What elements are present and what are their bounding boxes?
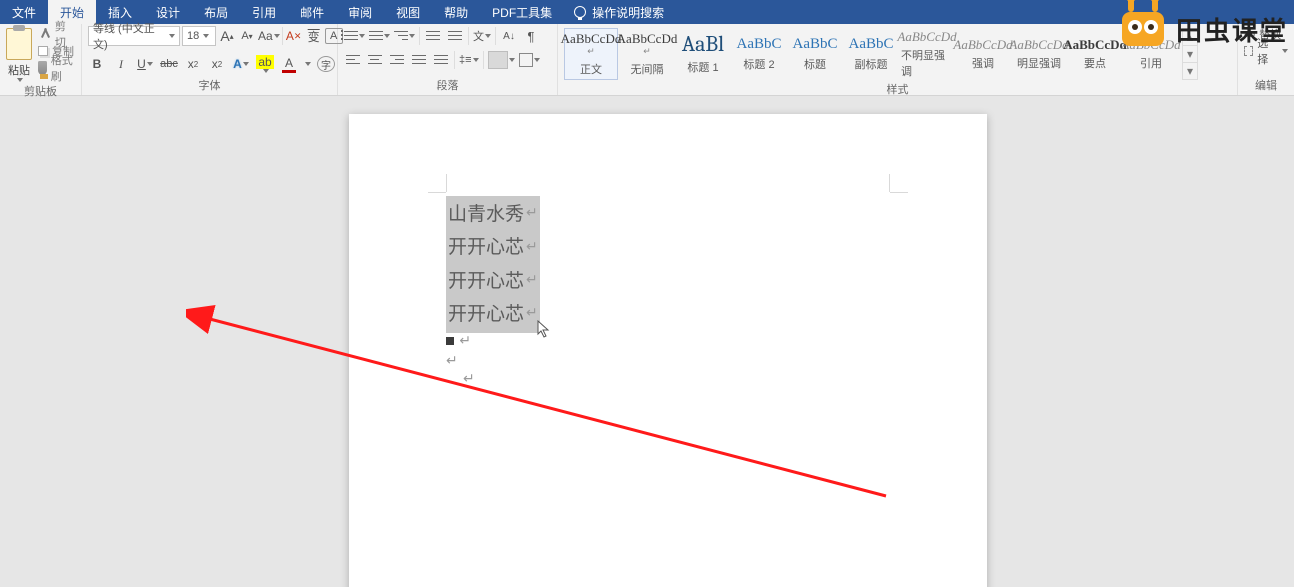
sort-button[interactable]: A↓ (500, 26, 518, 46)
chevron-down-icon[interactable] (305, 62, 311, 66)
style-item[interactable]: AaBbC标题 (788, 28, 842, 80)
show-marks-button[interactable]: ¶ (522, 26, 540, 46)
strikethrough-button[interactable]: abc (160, 54, 178, 74)
multilevel-button[interactable] (394, 26, 415, 46)
group-label-font: 字体 (88, 76, 331, 95)
shading-icon (488, 51, 508, 69)
text-effects-button[interactable]: A (232, 54, 250, 74)
text-cursor-icon (446, 337, 454, 345)
asian-layout-button[interactable]: 文 (473, 26, 491, 46)
line-spacing-button[interactable]: ‡≡ (459, 50, 479, 70)
tab-mailings[interactable]: 邮件 (288, 0, 336, 24)
font-name-combo[interactable]: 等线 (中文正文) (88, 26, 180, 46)
selected-text[interactable]: 山青水秀↵开开心芯↵开开心芯↵开开心芯↵ (446, 196, 540, 333)
italic-button[interactable]: I (112, 54, 130, 74)
mouse-cursor-icon (537, 320, 551, 338)
color-bar (282, 70, 296, 73)
cursor-line: ↵ (446, 332, 471, 349)
copy-icon (38, 46, 48, 56)
chevron-down-icon (169, 34, 175, 38)
borders-button[interactable] (519, 50, 540, 70)
group-paragraph: 文 A↓ ¶ ‡≡ 段落 (338, 24, 558, 95)
tell-me-label: 操作说明搜索 (592, 4, 664, 21)
distributed-button[interactable] (432, 50, 450, 70)
clear-formatting-button[interactable]: A✕ (285, 26, 303, 46)
superscript-button[interactable]: x2 (208, 54, 226, 74)
enclosed-char-button[interactable]: 字 (317, 56, 335, 72)
shading-button[interactable] (488, 50, 515, 70)
group-label-paragraph: 段落 (344, 76, 551, 95)
font-size-combo[interactable]: 18 (182, 26, 216, 46)
style-item[interactable]: AaBbC副标题 (844, 28, 898, 80)
tab-review[interactable]: 审阅 (336, 0, 384, 24)
chevron-down-icon (147, 62, 153, 66)
style-item[interactable]: AaBl标题 1 (676, 28, 730, 80)
watermark-logo: 田虫课堂 (1116, 2, 1288, 56)
font-color-button[interactable]: A (280, 54, 298, 74)
ribbon: 粘贴 剪切 复制 格式刷 剪贴板 等线 (中文正文) 18 A▴ A▾ Aa A… (0, 24, 1294, 96)
ribbon-tabs: 文件 开始 插入 设计 布局 引用 邮件 审阅 视图 帮助 PDF工具集 操作说… (0, 0, 1294, 24)
underline-button[interactable]: U (136, 54, 154, 74)
paste-button[interactable]: 粘贴 (6, 26, 32, 82)
tab-pdf[interactable]: PDF工具集 (480, 0, 564, 24)
phonetic-guide-button[interactable]: 变 (305, 26, 323, 46)
bullets-button[interactable] (344, 26, 365, 46)
text-line[interactable]: 开开心芯↵ (448, 298, 538, 331)
justify-button[interactable] (410, 50, 428, 70)
style-item[interactable]: AaBbCcDd要点 (1068, 28, 1122, 80)
watermark-text: 田虫课堂 (1176, 11, 1288, 48)
bulb-icon (574, 6, 586, 18)
page[interactable]: 山青水秀↵开开心芯↵开开心芯↵开开心芯↵ ↵ ↵ ↵ (349, 114, 987, 587)
chevron-down-icon (203, 34, 209, 38)
tab-file[interactable]: 文件 (0, 0, 48, 24)
chevron-down-icon (243, 62, 249, 66)
logo-icon (1116, 2, 1170, 56)
numbering-button[interactable] (369, 26, 390, 46)
style-item[interactable]: AaBbCcDd↵无间隔 (620, 28, 674, 80)
shrink-font-button[interactable]: A▾ (238, 26, 256, 46)
subscript-button[interactable]: x2 (184, 54, 202, 74)
increase-indent-button[interactable] (446, 26, 464, 46)
text-line[interactable]: 山青水秀↵ (448, 198, 538, 231)
tell-me[interactable]: 操作说明搜索 (564, 0, 674, 24)
highlight-button[interactable]: ab (256, 54, 274, 74)
paste-label: 粘贴 (8, 62, 30, 78)
cut-icon (38, 28, 51, 40)
chevron-down-icon (274, 34, 280, 38)
chevron-down-icon (263, 69, 269, 73)
change-case-button[interactable]: Aa (258, 26, 280, 46)
bold-button[interactable]: B (88, 54, 106, 74)
align-center-button[interactable] (366, 50, 384, 70)
tab-view[interactable]: 视图 (384, 0, 432, 24)
paste-icon (6, 28, 32, 60)
text-line[interactable]: 开开心芯↵ (448, 231, 538, 264)
align-right-button[interactable] (388, 50, 406, 70)
group-font: 等线 (中文正文) 18 A▴ A▾ Aa A✕ 变 A B I U abc x… (82, 24, 338, 95)
document-area[interactable]: 山青水秀↵开开心芯↵开开心芯↵开开心芯↵ ↵ ↵ ↵ (0, 96, 1294, 587)
tab-help[interactable]: 帮助 (432, 0, 480, 24)
group-label-editing: 编辑 (1244, 76, 1288, 95)
format-painter-icon (38, 61, 47, 75)
tab-layout[interactable]: 布局 (192, 0, 240, 24)
format-painter-button[interactable]: 格式刷 (38, 60, 75, 76)
style-item[interactable]: AaBbCcDd明显强调 (1012, 28, 1066, 80)
cut-button[interactable]: 剪切 (38, 26, 75, 42)
style-item[interactable]: AaBbC标题 2 (732, 28, 786, 80)
style-item[interactable]: AaBbCcDd不明显强调 (900, 28, 954, 80)
grow-font-button[interactable]: A▴ (218, 26, 236, 46)
text-line[interactable]: 开开心芯↵ (448, 265, 538, 298)
style-item[interactable]: AaBbCcDd强调 (956, 28, 1010, 80)
style-item[interactable]: AaBbCcDd↵正文 (564, 28, 618, 80)
group-clipboard: 粘贴 剪切 复制 格式刷 剪贴板 (0, 24, 82, 95)
decrease-indent-button[interactable] (424, 26, 442, 46)
tab-references[interactable]: 引用 (240, 0, 288, 24)
align-left-button[interactable] (344, 50, 362, 70)
